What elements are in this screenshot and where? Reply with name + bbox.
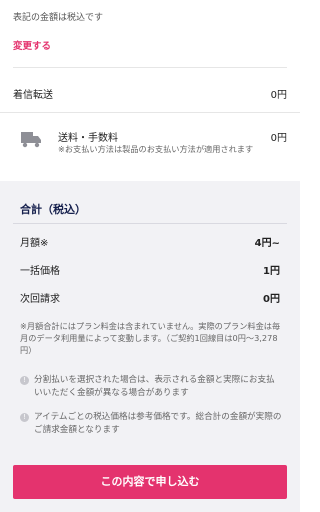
shipping-payment-note: ※お支払い方法は製品のお支払い方法が適用されます [58, 144, 254, 154]
reference-price-info-note: ! アイテムごとの税込価格は参考価格です。総合計の金額が実際のご請求金額となりま… [20, 411, 282, 437]
incoming-transfer-label: 着信転送 [13, 90, 53, 101]
monthly-total-note: ※月額合計にはプラン料金は含まれていません。実際のプラン料金は毎月のデータ利用量… [20, 321, 281, 355]
apply-button[interactable]: この内容で申し込む [13, 465, 287, 499]
info-note-text: 分割払いを選択された場合は、表示される金額と実際にお支払いいただく金額が異なる場… [34, 375, 275, 398]
incoming-transfer-value: 0円 [270, 90, 287, 101]
summary-row-lump-sum: 一括価格 1円 [20, 262, 280, 277]
summary-row-monthly: 月額※ 4円~ [20, 234, 280, 249]
info-icon: ! [20, 413, 29, 422]
info-icon: ! [20, 376, 29, 385]
tax-included-note: 表記の金額は税込です [13, 13, 104, 23]
summary-row-next-bill: 次回請求 0円 [20, 290, 280, 305]
info-note-text: アイテムごとの税込価格は参考価格です。総合計の金額が実際のご請求金額となります [34, 412, 282, 435]
change-link[interactable]: 変更する [13, 38, 51, 52]
summary-row-value: 0円 [263, 294, 280, 305]
divider [0, 112, 300, 113]
shipping-truck-icon [21, 132, 41, 148]
summary-row-value: 4円~ [254, 238, 280, 249]
summary-title: 合計（税込） [20, 203, 86, 216]
installment-info-note: ! 分割払いを選択された場合は、表示される金額と実際にお支払いいただく金額が異な… [20, 374, 282, 400]
summary-divider [13, 223, 287, 224]
incoming-transfer-row: 着信転送 0円 [13, 86, 287, 101]
divider [13, 67, 287, 68]
summary-row-label: 月額※ [20, 238, 49, 249]
summary-row-label: 一括価格 [20, 266, 60, 277]
summary-row-label: 次回請求 [20, 294, 60, 305]
shipping-fee-label: 送料・手数料 [58, 133, 118, 144]
shipping-fee-value: 0円 [270, 133, 287, 144]
summary-row-value: 1円 [263, 266, 280, 277]
